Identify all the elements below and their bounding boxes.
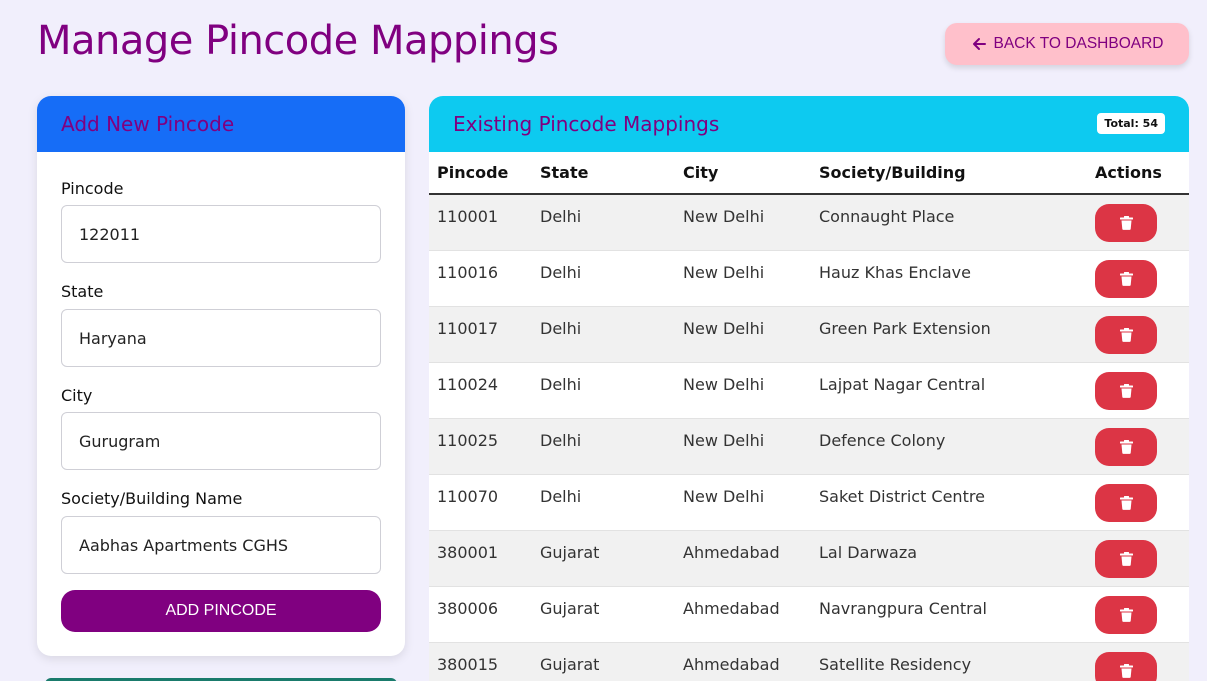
cell-actions: [1087, 362, 1189, 419]
trash-icon: [1119, 495, 1133, 510]
column-header-state[interactable]: State: [532, 152, 675, 195]
cell-society: Green Park Extension: [811, 306, 1087, 363]
trash-icon: [1119, 607, 1133, 622]
cell-pincode: 110001: [429, 194, 532, 251]
cell-state: Delhi: [532, 306, 675, 363]
cell-city: Ahmedabad: [675, 586, 811, 643]
table-row: 110024 Delhi New Delhi Lajpat Nagar Central: [429, 362, 1189, 419]
delete-button[interactable]: [1095, 204, 1157, 242]
city-input[interactable]: Gurugram: [61, 412, 381, 470]
cell-city: New Delhi: [675, 362, 811, 419]
delete-button[interactable]: [1095, 595, 1157, 634]
city-label: City: [61, 386, 93, 405]
cell-actions: [1087, 642, 1189, 681]
pincode-label: Pincode: [61, 179, 124, 198]
trash-icon: [1119, 439, 1133, 454]
trash-icon: [1119, 327, 1133, 342]
cell-actions: [1087, 250, 1189, 307]
mappings-table: Pincode State City Society/Building Acti…: [429, 152, 1189, 681]
society-label: Society/Building Name: [61, 489, 243, 508]
column-header-pincode[interactable]: Pincode: [429, 152, 532, 195]
table-row: 110017 Delhi New Delhi Green Park Extension: [429, 306, 1189, 363]
trash-icon: [1119, 271, 1133, 286]
cell-actions: [1087, 306, 1189, 363]
cell-pincode: 110070: [429, 474, 532, 531]
table-header-row: Pincode State City Society/Building Acti…: [429, 152, 1189, 195]
table-row: 110025 Delhi New Delhi Defence Colony: [429, 418, 1189, 475]
trash-icon: [1119, 551, 1133, 566]
cell-society: Lal Darwaza: [811, 530, 1087, 587]
cell-society: Navrangpura Central: [811, 586, 1087, 643]
back-to-dashboard-label: BACK TO DASHBOARD: [993, 35, 1164, 52]
cell-state: Delhi: [532, 474, 675, 531]
cell-pincode: 110016: [429, 250, 532, 307]
cell-actions: [1087, 474, 1189, 531]
cell-pincode: 110024: [429, 362, 532, 419]
table-row: 380006 Gujarat Ahmedabad Navrangpura Centra…: [429, 586, 1189, 643]
trash-icon: [1119, 216, 1133, 230]
cell-city: New Delhi: [675, 418, 811, 475]
mappings-title: Existing Pincode Mappings: [453, 112, 720, 136]
cell-pincode: 110025: [429, 418, 532, 475]
cell-society: Satellite Residency: [811, 642, 1087, 681]
cell-city: Ahmedabad: [675, 530, 811, 587]
cell-actions: [1087, 530, 1189, 587]
cell-actions: [1087, 194, 1189, 251]
delete-button[interactable]: [1095, 371, 1157, 410]
pincode-input[interactable]: 122011: [61, 205, 381, 263]
cell-society: Connaught Place: [811, 194, 1087, 251]
add-pincode-button[interactable]: ADD PINCODE: [61, 590, 381, 632]
state-input[interactable]: Haryana: [61, 309, 381, 367]
cell-society: Saket District Centre: [811, 474, 1087, 531]
pincode-mappings-card: Existing Pincode Mappings Total: 54 Pinc…: [429, 96, 1189, 681]
add-pincode-card: Add New Pincode Pincode 122011 State Har…: [37, 96, 405, 656]
cell-city: New Delhi: [675, 474, 811, 531]
mappings-header: Existing Pincode Mappings Total: 54: [429, 96, 1189, 152]
table-row: 110001 Delhi New Delhi Connaught Place: [429, 194, 1189, 251]
cell-state: Gujarat: [532, 642, 675, 681]
cell-city: New Delhi: [675, 250, 811, 307]
arrow-left-icon: [971, 36, 987, 52]
delete-button[interactable]: [1095, 651, 1157, 681]
add-pincode-header: Add New Pincode: [37, 96, 405, 152]
cell-society: Lajpat Nagar Central: [811, 362, 1087, 419]
cell-pincode: 110017: [429, 306, 532, 363]
delete-button[interactable]: [1095, 539, 1157, 578]
table-row: 380015 Gujarat Ahmedabad Satellite Residenc…: [429, 642, 1189, 681]
cell-state: Delhi: [532, 250, 675, 307]
cell-state: Delhi: [532, 362, 675, 419]
cell-society: Hauz Khas Enclave: [811, 250, 1087, 307]
cell-pincode: 380015: [429, 642, 532, 681]
column-header-actions: Actions: [1087, 152, 1189, 195]
state-label: State: [61, 282, 104, 301]
cell-state: Gujarat: [532, 530, 675, 587]
society-input[interactable]: Aabhas Apartments CGHS: [61, 516, 381, 574]
total-badge: Total: 54: [1097, 113, 1165, 134]
cell-city: New Delhi: [675, 306, 811, 363]
table-row: 380001 Gujarat Ahmedabad Lal Darwaza: [429, 530, 1189, 587]
column-header-society[interactable]: Society/Building: [811, 152, 1087, 195]
back-to-dashboard-button[interactable]: BACK TO DASHBOARD: [945, 23, 1189, 65]
cell-pincode: 380001: [429, 530, 532, 587]
cell-state: Delhi: [532, 194, 675, 251]
delete-button[interactable]: [1095, 483, 1157, 522]
table-row: 110016 Delhi New Delhi Hauz Khas Enclave: [429, 250, 1189, 307]
cell-city: Ahmedabad: [675, 642, 811, 681]
delete-button[interactable]: [1095, 427, 1157, 466]
page-title: Manage Pincode Mappings: [37, 18, 559, 64]
delete-button[interactable]: [1095, 259, 1157, 298]
cell-city: New Delhi: [675, 194, 811, 251]
cell-state: Gujarat: [532, 586, 675, 643]
column-header-city[interactable]: City: [675, 152, 811, 195]
trash-icon: [1119, 383, 1133, 398]
table-row: 110070 Delhi New Delhi Saket District Centr…: [429, 474, 1189, 531]
delete-button[interactable]: [1095, 315, 1157, 354]
trash-icon: [1119, 663, 1133, 678]
cell-actions: [1087, 418, 1189, 475]
cell-actions: [1087, 586, 1189, 643]
cell-pincode: 380006: [429, 586, 532, 643]
cell-society: Defence Colony: [811, 418, 1087, 475]
cell-state: Delhi: [532, 418, 675, 475]
